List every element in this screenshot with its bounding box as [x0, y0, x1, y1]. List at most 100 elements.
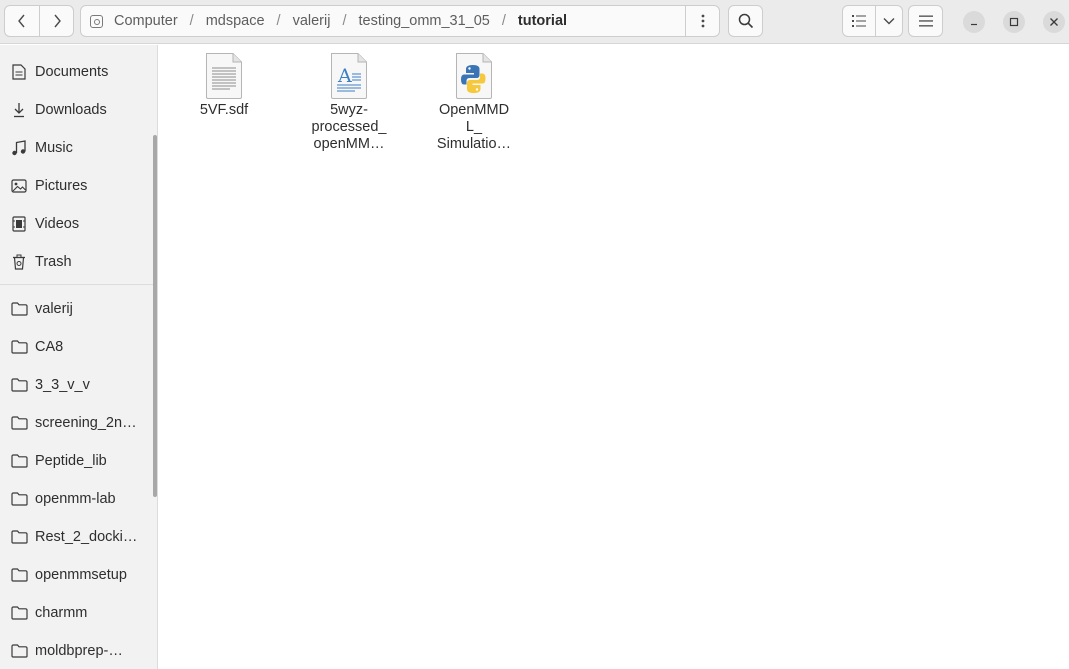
sidebar-item-label: Pictures	[35, 178, 88, 194]
minimize-button[interactable]	[963, 11, 985, 33]
folder-icon	[10, 300, 28, 318]
file-view: 5VF.sdf A 5wyz- processed_ openMM… OpenM…	[159, 45, 1069, 669]
breadcrumb-separator: /	[342, 13, 347, 29]
path-bar: Computer / mdspace / valerij / testing_o…	[80, 5, 720, 37]
sidebar-item-label: Peptide_lib	[35, 453, 107, 469]
sidebar-item-videos[interactable]: Videos	[0, 205, 152, 243]
file-item-5wyz-processed[interactable]: A 5wyz- processed_ openMM…	[294, 52, 404, 153]
file-name-line: openMM…	[313, 136, 385, 152]
svg-text:A: A	[337, 65, 352, 87]
breadcrumb-testing[interactable]: testing_omm_31_05	[356, 13, 491, 29]
folder-icon	[10, 604, 28, 622]
breadcrumb-separator: /	[501, 13, 506, 29]
sidebar-divider	[0, 284, 156, 285]
sidebar-item-label: charmm	[35, 605, 88, 621]
sidebar-scrollbar[interactable]	[153, 135, 157, 497]
search-icon	[738, 13, 753, 29]
minimize-icon	[971, 23, 977, 26]
folder-icon	[10, 414, 28, 432]
file-name: OpenMMD L_ Simulatio…	[424, 102, 524, 153]
sidebar-item-label: moldbprep-…	[35, 643, 123, 659]
sidebar-item-label: 3_3_v_v	[35, 377, 90, 393]
sidebar-item-label: Music	[35, 140, 73, 156]
download-icon	[10, 101, 28, 119]
sidebar-bookmark-openmmsetup[interactable]: openmmsetup	[0, 556, 152, 594]
file-item-openmmdl-simulation[interactable]: OpenMMD L_ Simulatio…	[419, 52, 529, 153]
python-file-icon	[454, 52, 494, 100]
folder-icon	[10, 566, 28, 584]
sidebar-item-label: valerij	[35, 301, 73, 317]
breadcrumb-computer[interactable]: Computer	[112, 13, 180, 29]
sidebar-item-label: CA8	[35, 339, 64, 355]
path-menu-button[interactable]	[685, 5, 720, 37]
folder-icon	[10, 338, 28, 356]
file-item-5vf-sdf[interactable]: 5VF.sdf	[169, 52, 279, 119]
list-view-button[interactable]	[842, 5, 876, 37]
sidebar-item-label: openmm-lab	[35, 491, 116, 507]
sidebar-item-pictures[interactable]: Pictures	[0, 167, 152, 205]
sidebar-bookmark-openmm-lab[interactable]: openmm-lab	[0, 480, 152, 518]
folder-icon	[10, 528, 28, 546]
document-icon	[10, 63, 28, 81]
sidebar-item-downloads[interactable]: Downloads	[0, 91, 152, 129]
back-button[interactable]	[4, 5, 40, 37]
folder-icon	[10, 642, 28, 660]
close-icon	[1050, 18, 1058, 26]
sidebar-item-trash[interactable]: Trash	[0, 243, 152, 281]
sidebar-item-label: Trash	[35, 254, 72, 270]
kebab-menu-icon	[701, 14, 705, 28]
search-button[interactable]	[728, 5, 763, 37]
sidebar-item-label: Videos	[35, 216, 80, 232]
music-icon	[10, 139, 28, 157]
file-name-line: processed_	[311, 119, 387, 135]
sidebar-item-label: Downloads	[35, 102, 107, 118]
chevron-left-icon	[18, 14, 25, 28]
breadcrumb-mdspace[interactable]: mdspace	[204, 13, 267, 29]
breadcrumb-current[interactable]: tutorial	[516, 13, 569, 29]
folder-icon	[10, 452, 28, 470]
text-file-icon	[204, 52, 244, 100]
main-menu-button[interactable]	[908, 5, 943, 37]
sidebar-bookmark-rest-2-docking[interactable]: Rest_2_docki…	[0, 518, 152, 556]
header-bar: Computer / mdspace / valerij / testing_o…	[0, 0, 1069, 44]
sidebar-bookmark-ca8[interactable]: CA8	[0, 328, 152, 366]
view-options-button[interactable]	[875, 5, 903, 37]
maximize-icon	[1009, 17, 1019, 27]
file-name-line: Simulatio…	[436, 136, 512, 152]
hamburger-menu-icon	[918, 15, 933, 27]
drive-icon	[90, 14, 103, 28]
rich-text-file-icon: A	[329, 52, 369, 100]
sidebar-item-label: screening_2n…	[35, 415, 137, 431]
sidebar-item-label: openmmsetup	[35, 567, 127, 583]
folder-icon	[10, 490, 28, 508]
trash-icon	[10, 253, 28, 271]
chevron-down-icon	[883, 18, 895, 25]
sidebar-bookmark-3-3-v-v[interactable]: 3_3_v_v	[0, 366, 152, 404]
sidebar-bookmark-peptide-lib[interactable]: Peptide_lib	[0, 442, 152, 480]
sidebar-bookmark-screening[interactable]: screening_2n…	[0, 404, 152, 442]
folder-icon	[10, 376, 28, 394]
breadcrumb-separator: /	[276, 13, 281, 29]
sidebar-bookmark-moldbprep[interactable]: moldbprep-…	[0, 632, 152, 669]
breadcrumb-separator: /	[189, 13, 194, 29]
sidebar-item-documents[interactable]: Documents	[0, 53, 152, 91]
chevron-right-icon	[53, 14, 61, 28]
sidebar-item-label: Rest_2_docki…	[35, 529, 138, 545]
picture-icon	[10, 177, 28, 195]
file-name: 5wyz- processed_ openMM…	[299, 102, 399, 153]
maximize-button[interactable]	[1003, 11, 1025, 33]
sidebar-item-label: Documents	[35, 64, 109, 80]
sidebar-item-music[interactable]: Music	[0, 129, 152, 167]
forward-button[interactable]	[39, 5, 74, 37]
file-name: 5VF.sdf	[174, 102, 274, 119]
close-button[interactable]	[1043, 11, 1065, 33]
breadcrumb-valerij[interactable]: valerij	[291, 13, 333, 29]
file-name-line: OpenMMD	[438, 102, 510, 118]
sidebar-bookmark-valerij[interactable]: valerij	[0, 290, 152, 328]
sidebar: Documents Downloads Music Pictures Video…	[0, 45, 158, 669]
list-view-icon	[852, 15, 866, 27]
sidebar-bookmark-charmm[interactable]: charmm	[0, 594, 152, 632]
video-icon	[10, 215, 28, 233]
breadcrumb: Computer / mdspace / valerij / testing_o…	[81, 6, 569, 36]
file-name-line: 5wyz-	[330, 102, 368, 118]
